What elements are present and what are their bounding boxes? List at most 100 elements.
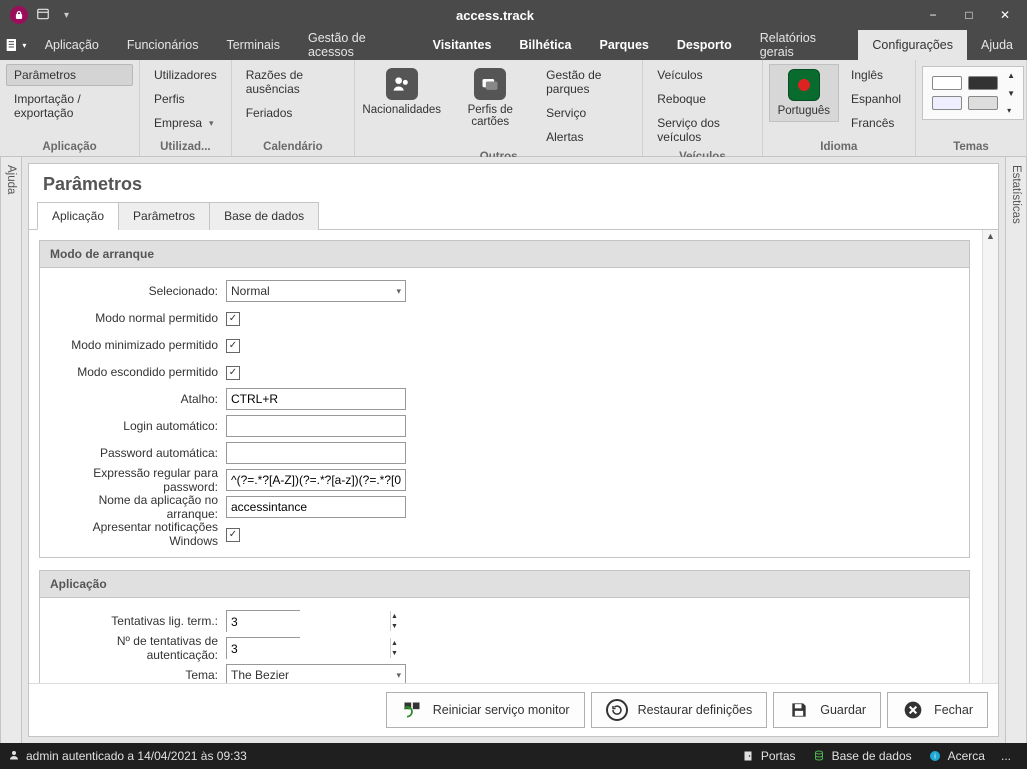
chevron-down-icon: ▾ — [396, 286, 401, 297]
chevron-down-icon: ▾ — [396, 670, 401, 681]
menu-visitantes[interactable]: Visitantes — [419, 30, 506, 60]
appname-label: Nome da aplicação no arranque: — [48, 493, 226, 521]
selecionado-combo[interactable]: Normal ▾ — [226, 280, 406, 302]
form-scroll-area[interactable]: Modo de arranque Selecionado: Normal ▾ — [29, 230, 998, 683]
menu-parques[interactable]: Parques — [586, 30, 663, 60]
ribbon-servico[interactable]: Serviço — [538, 102, 636, 124]
auth-spinner[interactable]: ▲▼ — [226, 637, 300, 659]
status-about[interactable]: i Acerca — [920, 749, 993, 763]
notif-checkbox[interactable]: ✓ — [226, 528, 240, 542]
status-doors[interactable]: Portas — [733, 749, 804, 763]
tab-parametros[interactable]: Parâmetros — [118, 202, 210, 230]
theme-swatch-grey[interactable] — [968, 96, 998, 110]
ribbon-servico-veiculos[interactable]: Serviço dos veículos — [649, 112, 755, 148]
term-spinner[interactable]: ▲▼ — [226, 610, 300, 632]
term-label: Tentativas lig. term.: — [48, 614, 226, 628]
spin-up-icon[interactable]: ▲ — [391, 638, 398, 648]
theme-swatch-dark[interactable] — [968, 76, 998, 90]
ribbon-ingles[interactable]: Inglês — [843, 64, 909, 86]
parameters-panel: Parâmetros Aplicação Parâmetros Base de … — [28, 163, 999, 737]
theme-swatch-blue[interactable] — [932, 96, 962, 110]
ribbon-reboque[interactable]: Reboque — [649, 88, 755, 110]
term-spinner-input[interactable] — [227, 611, 390, 633]
close-icon — [902, 699, 924, 721]
min-checkbox[interactable]: ✓ — [226, 339, 240, 353]
qat-dropdown-icon[interactable]: ▾ — [58, 10, 75, 21]
notif-label: Apresentar notificações Windows — [48, 520, 226, 548]
qat-icon[interactable] — [36, 7, 50, 24]
tema-combo[interactable]: The Bezier ▾ — [226, 664, 406, 683]
ribbon-import-export[interactable]: Importação / exportação — [6, 88, 133, 124]
help-side-tab[interactable]: Ajuda — [0, 157, 22, 743]
ribbon-nacionalidades[interactable]: Nacionalidades — [361, 64, 442, 120]
menu-aplicacao[interactable]: Aplicação — [31, 30, 113, 60]
theme-scroll-down-icon[interactable]: ▼ — [1007, 89, 1015, 98]
ribbon-group-calendario: Calendário — [232, 138, 354, 156]
status-text: admin autenticado a 14/04/2021 às 09:33 — [26, 749, 247, 763]
spin-down-icon[interactable]: ▼ — [391, 648, 398, 658]
theme-dropdown-icon[interactable]: ▾ — [1007, 106, 1015, 115]
atalho-input[interactable] — [226, 388, 406, 410]
menu-configuracoes[interactable]: Configurações — [858, 30, 967, 60]
normal-checkbox[interactable]: ✓ — [226, 312, 240, 326]
status-bar: admin autenticado a 14/04/2021 às 09:33 … — [0, 743, 1027, 769]
spin-down-icon[interactable]: ▼ — [391, 621, 398, 631]
menu-desporto[interactable]: Desporto — [663, 30, 746, 60]
close-button[interactable]: Fechar — [887, 692, 988, 728]
ribbon-portugues[interactable]: Português — [769, 64, 839, 122]
file-menu-icon[interactable]: ▾ — [0, 30, 31, 60]
ribbon-feriados[interactable]: Feriados — [238, 102, 348, 124]
theme-swatch-light[interactable] — [932, 76, 962, 90]
ribbon-utilizadores[interactable]: Utilizadores — [146, 64, 225, 86]
ribbon-frances[interactable]: Francês — [843, 112, 909, 134]
menu-ajuda[interactable]: Ajuda — [967, 30, 1027, 60]
database-icon — [812, 749, 826, 763]
atalho-label: Atalho: — [48, 392, 226, 406]
lock-icon[interactable] — [10, 6, 28, 24]
title-bar: ▾ access.track − □ ✕ — [0, 0, 1027, 30]
theme-gallery[interactable] — [927, 71, 1003, 115]
menu-funcionarios[interactable]: Funcionários — [113, 30, 213, 60]
tab-base-dados[interactable]: Base de dados — [209, 202, 319, 230]
save-button[interactable]: Guardar — [773, 692, 881, 728]
spin-up-icon[interactable]: ▲ — [391, 611, 398, 621]
menu-relatorios[interactable]: Relatórios gerais — [746, 30, 859, 60]
menu-bar: ▾ Aplicação Funcionários Terminais Gestã… — [0, 30, 1027, 60]
restore-icon — [606, 699, 628, 721]
window-minimize-button[interactable]: − — [915, 0, 951, 30]
appname-input[interactable] — [226, 496, 406, 518]
status-more[interactable]: ... — [993, 749, 1019, 763]
tab-aplicacao[interactable]: Aplicação — [37, 202, 119, 230]
status-database[interactable]: Base de dados — [804, 749, 920, 763]
ribbon-empresa[interactable]: Empresa▾ — [146, 112, 225, 134]
scroll-up-icon[interactable]: ▲ — [983, 230, 998, 242]
ribbon-alertas[interactable]: Alertas — [538, 126, 636, 148]
window-close-button[interactable]: ✕ — [987, 0, 1023, 30]
auth-spinner-input[interactable] — [227, 638, 390, 660]
statistics-side-tab[interactable]: Estatísticas — [1005, 157, 1027, 743]
ribbon-perfis-cartoes[interactable]: Perfis de cartões — [446, 64, 534, 132]
ribbon-espanhol[interactable]: Espanhol — [843, 88, 909, 110]
autologin-input[interactable] — [226, 415, 406, 437]
ribbon-gestao-parques[interactable]: Gestão de parques — [538, 64, 636, 100]
restore-defaults-button[interactable]: Restaurar definições — [591, 692, 768, 728]
autopass-input[interactable] — [226, 442, 406, 464]
ribbon-veiculos[interactable]: Veículos — [649, 64, 755, 86]
restart-monitor-button[interactable]: Reiniciar serviço monitor — [386, 692, 585, 728]
ribbon-razoes-ausencias[interactable]: Razões de ausências — [238, 64, 348, 100]
ribbon-group-utilizadores: Utilizad... — [140, 138, 231, 156]
menu-gestao-acessos[interactable]: Gestão de acessos — [294, 30, 419, 60]
menu-bilhetica[interactable]: Bilhética — [505, 30, 585, 60]
panel-scrollbar[interactable]: ▲ — [982, 230, 998, 683]
theme-scroll-up-icon[interactable]: ▲ — [1007, 71, 1015, 80]
ribbon-perfis[interactable]: Perfis — [146, 88, 225, 110]
doors-icon — [741, 749, 755, 763]
ribbon-parametros[interactable]: Parâmetros — [6, 64, 133, 86]
refresh-icon — [401, 699, 423, 721]
window-maximize-button[interactable]: □ — [951, 0, 987, 30]
ribbon-group-aplicacao: Aplicação — [0, 138, 139, 156]
panel-title: Parâmetros — [29, 164, 998, 201]
menu-terminais[interactable]: Terminais — [212, 30, 294, 60]
regex-input[interactable] — [226, 469, 406, 491]
hidden-checkbox[interactable]: ✓ — [226, 366, 240, 380]
